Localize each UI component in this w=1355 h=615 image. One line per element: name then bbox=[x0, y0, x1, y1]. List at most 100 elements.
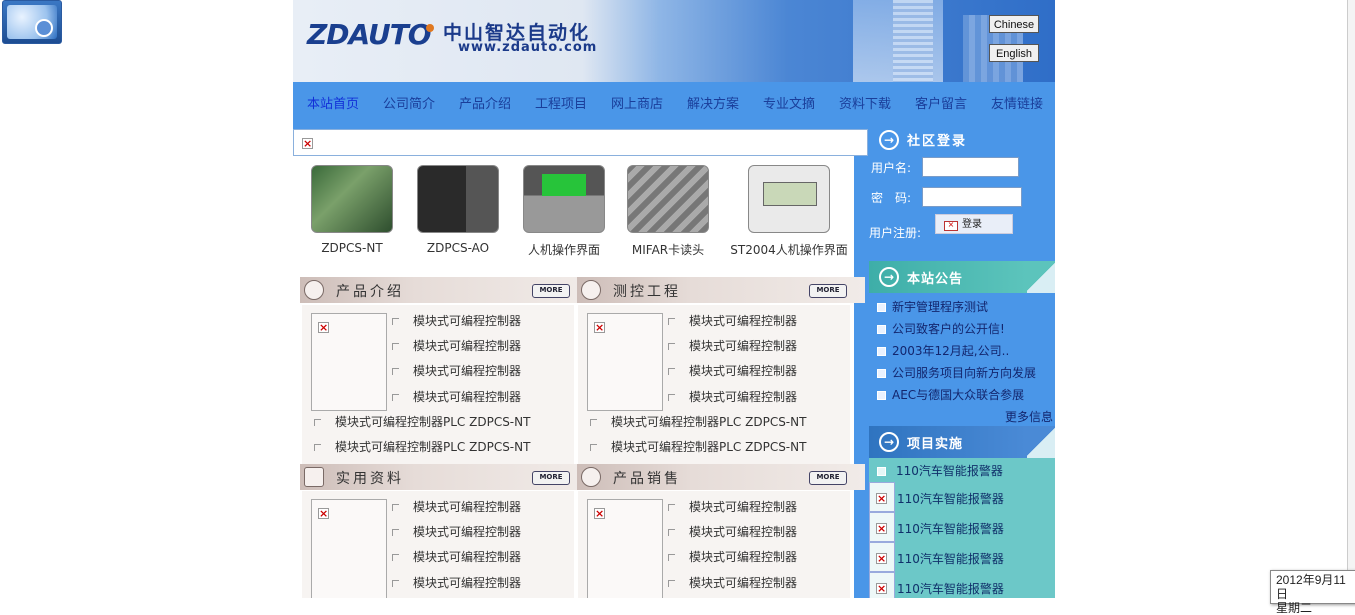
broken-image-icon: × bbox=[944, 221, 958, 231]
list-item[interactable]: 模块式可编程控制器 bbox=[668, 312, 797, 329]
list-item[interactable]: 模块式可编程控制器 bbox=[668, 523, 797, 540]
clock-weekday: 星期二 bbox=[1276, 601, 1313, 615]
list-item[interactable]: 模块式可编程控制器 bbox=[668, 574, 797, 591]
nav-articles[interactable]: 专业文摘 bbox=[763, 93, 815, 112]
list-item[interactable]: 模块式可编程控制器 bbox=[392, 337, 521, 354]
broken-image-icon: × bbox=[318, 321, 329, 334]
project-header: → 项目实施 bbox=[869, 426, 1055, 458]
taskbar-clock[interactable]: 2012年9月11日 星期二 bbox=[1270, 570, 1355, 615]
list-item[interactable]: 公司服务项目向新方向发展 bbox=[877, 364, 1036, 381]
globe-icon bbox=[304, 280, 324, 300]
list-item[interactable]: 模块式可编程控制器 bbox=[392, 312, 521, 329]
list-item[interactable]: 110汽车智能报警器 bbox=[897, 550, 1004, 567]
list-item[interactable]: 110汽车智能报警器 bbox=[897, 580, 1004, 597]
section-body-products: × 模块式可编程控制器 模块式可编程控制器 模块式可编程控制器 模块式可编程控制… bbox=[302, 305, 574, 465]
nav-downloads[interactable]: 资料下载 bbox=[839, 93, 891, 112]
nav-shop[interactable]: 网上商店 bbox=[611, 93, 663, 112]
list-item[interactable]: 模块式可编程控制器 bbox=[392, 498, 521, 515]
section-header-engineering: 测控工程 MORE bbox=[577, 277, 865, 303]
list-item[interactable]: 模块式可编程控制器 bbox=[392, 548, 521, 565]
product-caption[interactable]: ZDPCS-AO bbox=[413, 241, 503, 255]
broken-image-icon: × bbox=[594, 507, 605, 520]
product-item[interactable]: MIFAR卡读头 bbox=[623, 165, 713, 258]
document-icon bbox=[304, 467, 324, 487]
login-header: → 社区登录 bbox=[869, 126, 1055, 156]
list-item[interactable]: 模块式可编程控制器 bbox=[392, 362, 521, 379]
more-button[interactable]: MORE bbox=[809, 471, 847, 485]
product-caption[interactable]: ZDPCS-NT bbox=[307, 241, 397, 255]
main-content: × ZDPCS-NT ZDPCS-AO 人机操作界面 MIFAR卡读头 ST20… bbox=[293, 129, 868, 598]
main-nav: 本站首页 公司简介 产品介绍 工程项目 网上商店 解决方案 专业文摘 资料下载 … bbox=[293, 82, 1055, 126]
login-button[interactable]: × 登录 bbox=[935, 214, 1013, 234]
list-item[interactable]: 模块式可编程控制器 bbox=[392, 388, 521, 405]
section-thumbnail: × bbox=[311, 499, 387, 598]
nav-projects[interactable]: 工程项目 bbox=[535, 93, 587, 112]
list-item[interactable]: 模块式可编程控制器 bbox=[668, 362, 797, 379]
product-item[interactable]: ZDPCS-AO bbox=[413, 165, 503, 255]
thumbnail: × bbox=[869, 572, 895, 598]
list-item[interactable]: 模块式可编程控制器 bbox=[392, 574, 521, 591]
username-input[interactable] bbox=[922, 157, 1019, 177]
announcement-header: → 本站公告 bbox=[869, 261, 1055, 293]
desktop-app-icon[interactable] bbox=[2, 0, 62, 44]
nav-solutions[interactable]: 解决方案 bbox=[687, 93, 739, 112]
list-item[interactable]: 模块式可编程控制器 bbox=[668, 388, 797, 405]
web-page: ZDAUTO 中山智达自动化 www.zdauto.com Chinese En… bbox=[293, 0, 1055, 598]
list-item[interactable]: 2003年12月起,公司.. bbox=[877, 342, 1009, 359]
broken-image-icon: × bbox=[594, 321, 605, 334]
list-item[interactable]: 模块式可编程控制器 bbox=[668, 498, 797, 515]
product-image[interactable] bbox=[523, 165, 605, 233]
site-logo[interactable]: ZDAUTO bbox=[307, 18, 432, 51]
list-item[interactable]: AEC与德国大众联合参展 bbox=[877, 386, 1024, 403]
list-item[interactable]: 公司致客户的公开信! bbox=[877, 320, 1005, 337]
password-input[interactable] bbox=[922, 187, 1022, 207]
english-button[interactable]: English bbox=[989, 44, 1039, 62]
product-item[interactable]: ZDPCS-NT bbox=[307, 165, 397, 255]
product-caption[interactable]: 人机操作界面 bbox=[519, 241, 609, 258]
nav-about[interactable]: 公司简介 bbox=[383, 93, 435, 112]
list-item[interactable]: 模块式可编程控制器 bbox=[668, 548, 797, 565]
pen-icon bbox=[581, 280, 601, 300]
nav-products[interactable]: 产品介绍 bbox=[459, 93, 511, 112]
arrow-right-icon: → bbox=[879, 267, 899, 287]
list-item[interactable]: 模块式可编程控制器PLC ZDPCS-NT bbox=[314, 413, 530, 430]
clock-date: 2012年9月11日 bbox=[1276, 573, 1346, 601]
nav-links[interactable]: 友情链接 bbox=[991, 93, 1043, 112]
list-item[interactable]: 110汽车智能报警器 bbox=[897, 520, 1004, 537]
product-caption[interactable]: MIFAR卡读头 bbox=[623, 241, 713, 258]
product-image[interactable] bbox=[311, 165, 393, 233]
nav-home[interactable]: 本站首页 bbox=[307, 93, 359, 112]
list-item[interactable]: 新宇管理程序测试 bbox=[877, 298, 988, 315]
product-image[interactable] bbox=[417, 165, 499, 233]
lcd-screen bbox=[763, 182, 817, 206]
product-item[interactable]: ST2004人机操作界面 bbox=[729, 165, 849, 258]
download-badge-icon bbox=[35, 19, 53, 37]
product-image[interactable] bbox=[627, 165, 709, 233]
top-banner: × bbox=[293, 129, 868, 156]
section-header-resources: 实用资料 MORE bbox=[300, 464, 588, 490]
register-label[interactable]: 用户注册: bbox=[869, 224, 921, 241]
chinese-button[interactable]: Chinese bbox=[989, 15, 1039, 33]
list-item[interactable]: 110汽车智能报警器 bbox=[897, 490, 1004, 507]
list-item[interactable]: 模块式可编程控制器PLC ZDPCS-NT bbox=[590, 438, 806, 455]
section-thumbnail: × bbox=[587, 313, 663, 411]
more-button[interactable]: MORE bbox=[532, 471, 570, 485]
sidebar: → 社区登录 用户名: 密 码: 用户注册: × 登录 → 本站公告 新宇管理程序… bbox=[869, 126, 1055, 598]
list-item[interactable]: 110汽车智能报警器 bbox=[877, 462, 1003, 479]
product-caption[interactable]: ST2004人机操作界面 bbox=[729, 241, 849, 258]
list-item[interactable]: 模块式可编程控制器PLC ZDPCS-NT bbox=[590, 413, 806, 430]
more-info-link[interactable]: 更多信息 bbox=[1005, 408, 1053, 425]
more-button[interactable]: MORE bbox=[809, 284, 847, 298]
product-item[interactable]: 人机操作界面 bbox=[519, 165, 609, 258]
nav-guestbook[interactable]: 客户留言 bbox=[915, 93, 967, 112]
more-button[interactable]: MORE bbox=[532, 284, 570, 298]
logo-dot-icon bbox=[426, 24, 434, 32]
section-thumbnail: × bbox=[311, 313, 387, 411]
list-item[interactable]: 模块式可编程控制器 bbox=[392, 523, 521, 540]
product-image[interactable] bbox=[748, 165, 830, 233]
list-item[interactable]: 模块式可编程控制器 bbox=[668, 337, 797, 354]
list-item[interactable]: 模块式可编程控制器PLC ZDPCS-NT bbox=[314, 438, 530, 455]
section-header-products: 产品介绍 MORE bbox=[300, 277, 588, 303]
section-header-sales: 产品销售 MORE bbox=[577, 464, 865, 490]
thumbnail: × bbox=[869, 512, 895, 542]
